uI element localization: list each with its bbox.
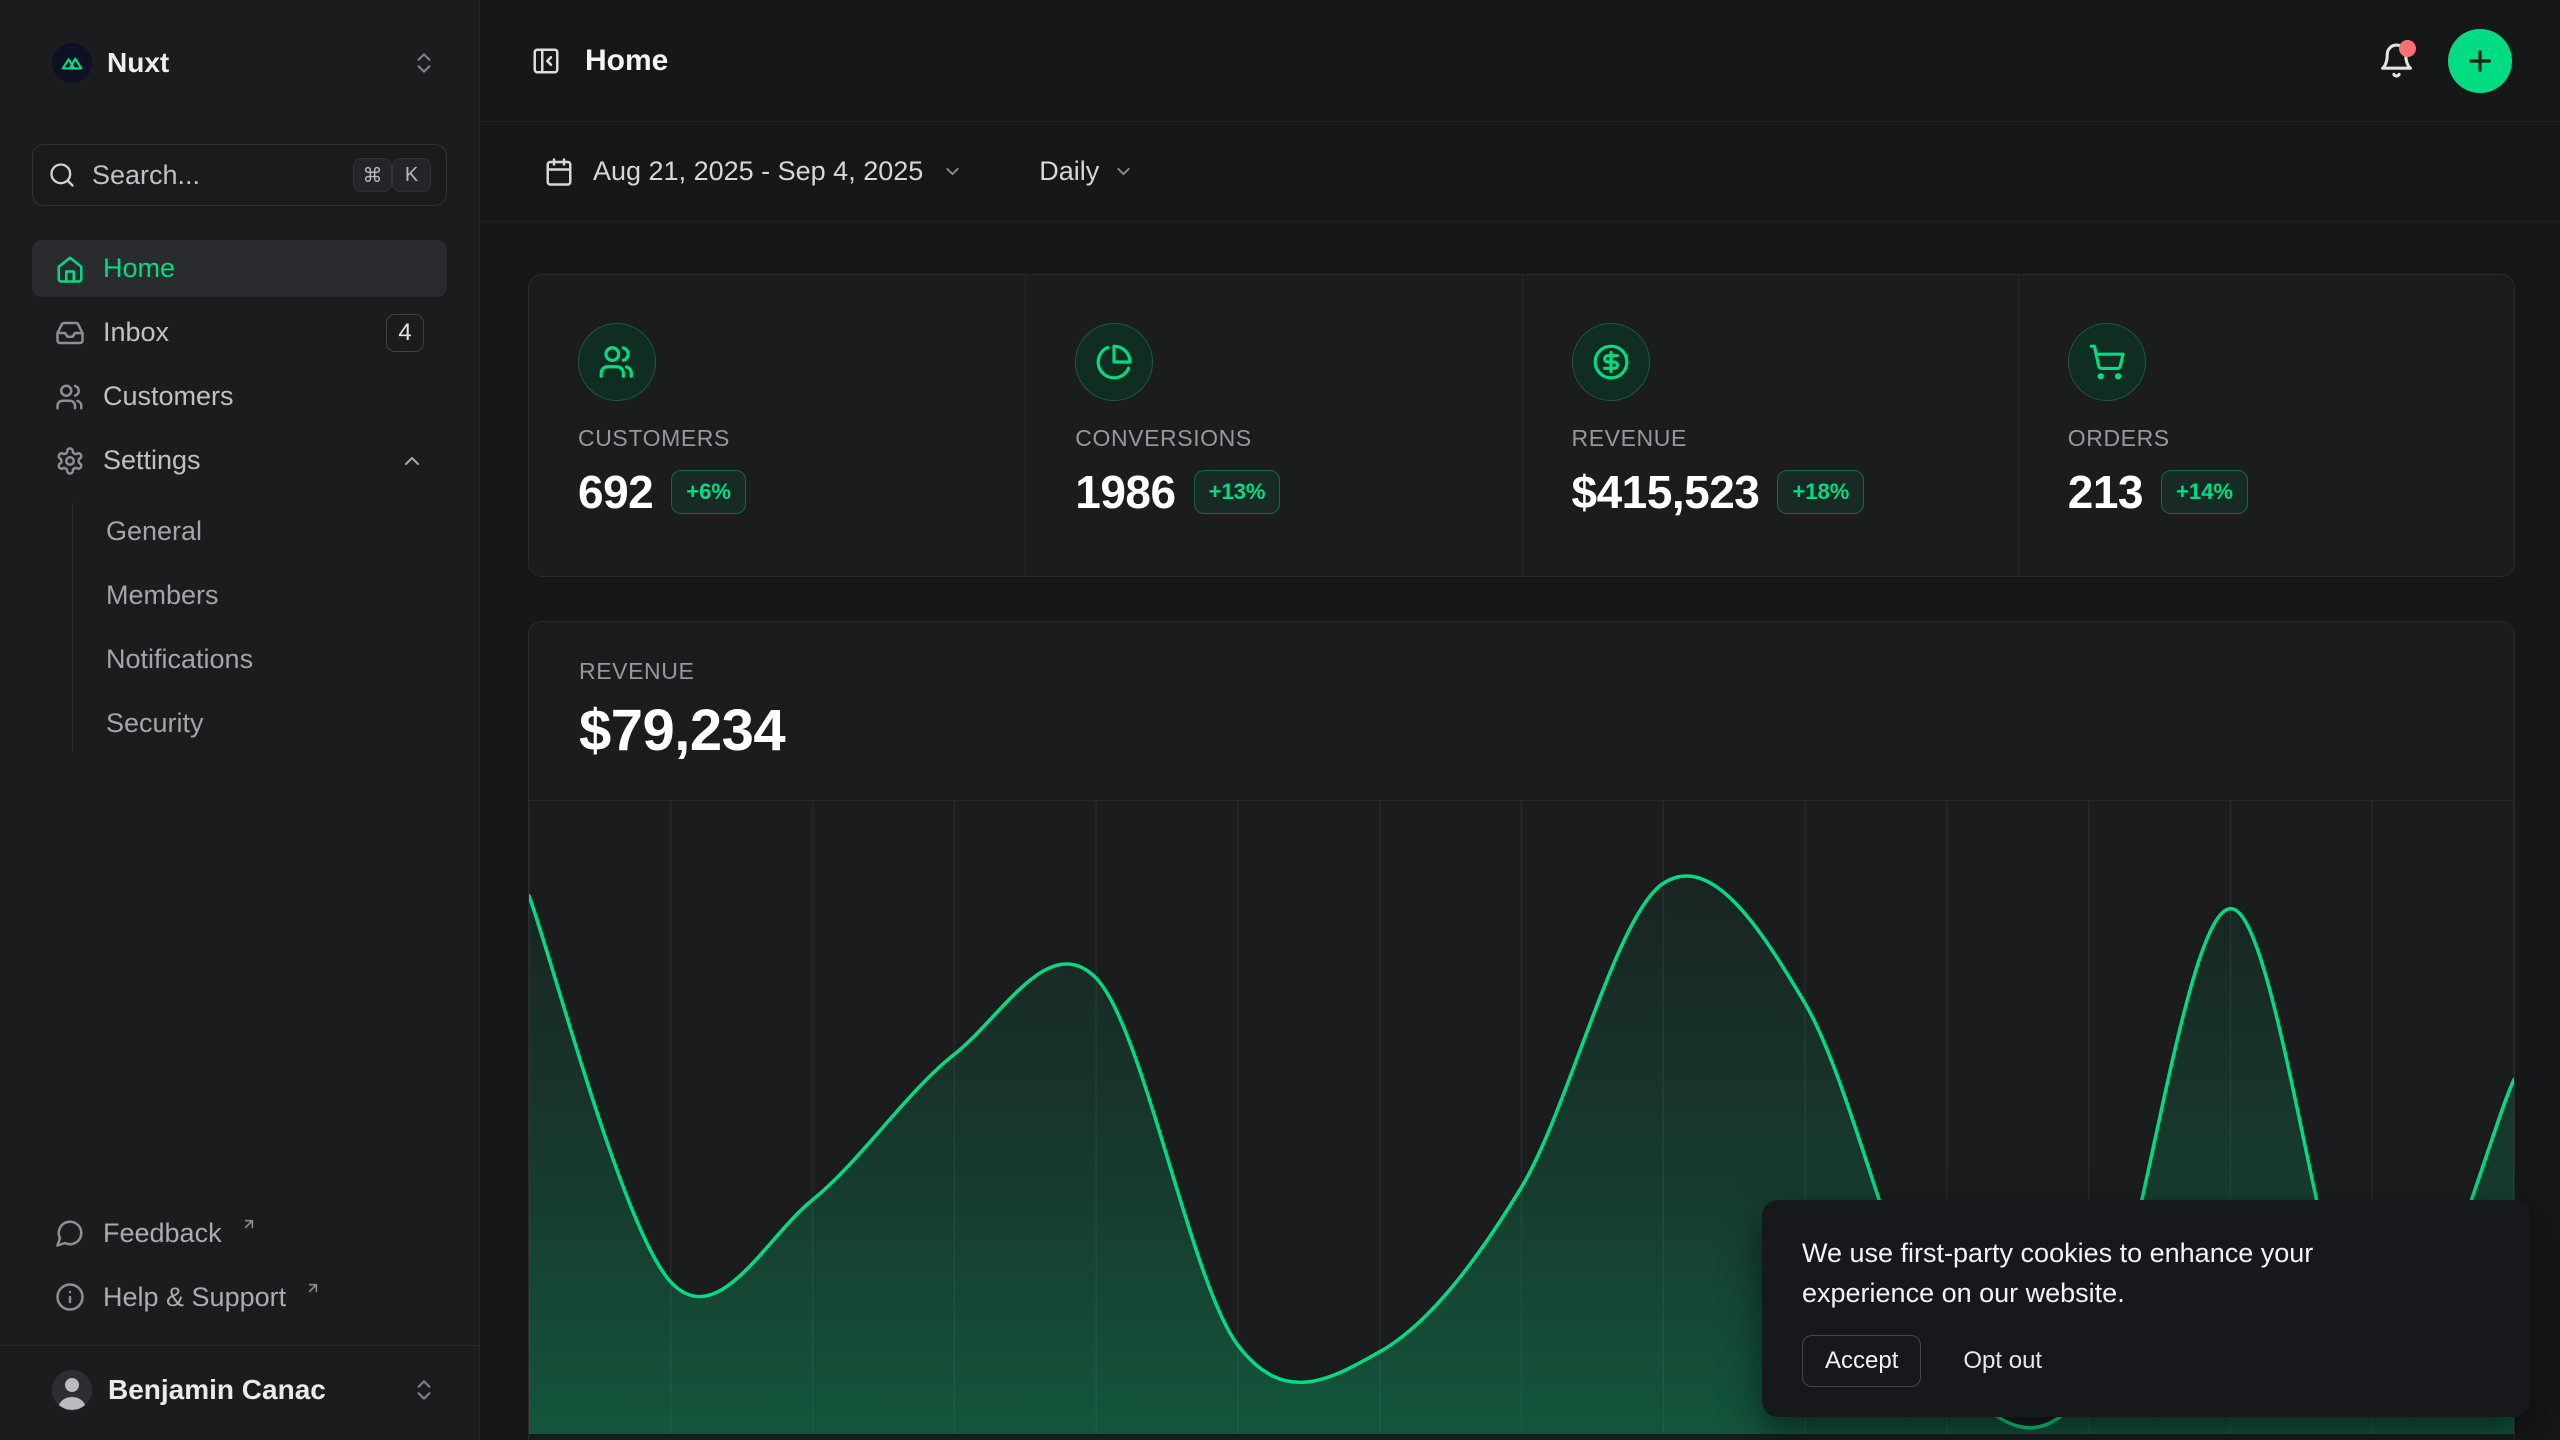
accept-cookies-button[interactable]: Accept [1802, 1335, 1921, 1387]
chevrons-up-down-icon [411, 1377, 437, 1403]
stat-delta-badge: +18% [1777, 470, 1864, 514]
sidebar-collapse-button[interactable] [528, 43, 564, 79]
cookie-actions: Accept Opt out [1802, 1335, 2490, 1387]
stat-customers: CUSTOMERS 692 +6% [529, 275, 1025, 576]
notification-dot [2399, 40, 2416, 57]
k-key: K [392, 158, 431, 192]
users-icon [598, 343, 636, 381]
revenue-chart-value: $79,234 [579, 697, 2464, 764]
filters-toolbar: Aug 21, 2025 - Sep 4, 2025 Daily [480, 122, 2560, 222]
user-menu[interactable]: Benjamin Canac [32, 1346, 447, 1434]
add-button[interactable] [2448, 29, 2512, 93]
search-shortcut: ⌘ K [353, 158, 431, 192]
chevron-down-icon [1113, 161, 1134, 182]
sidebar-item-home[interactable]: Home [32, 240, 447, 297]
chevrons-up-down-icon [411, 50, 437, 76]
cart-icon [2088, 343, 2126, 381]
revenue-chart-header: REVENUE $79,234 [529, 622, 2514, 764]
stats-card: CUSTOMERS 692 +6% CONVERSIONS 1986 +13% [528, 274, 2515, 577]
period-label: Daily [1039, 156, 1099, 187]
sidebar-item-members[interactable]: Members [73, 567, 447, 624]
chevron-up-icon[interactable] [400, 449, 424, 473]
plus-icon [2464, 45, 2496, 77]
sidebar-item-label: Inbox [103, 317, 169, 348]
sidebar-item-security[interactable]: Security [73, 695, 447, 752]
page-title: Home [585, 44, 668, 78]
team-switcher[interactable]: Nuxt [32, 38, 447, 88]
help-support-link[interactable]: Help & Support [32, 1269, 447, 1325]
stat-delta-badge: +14% [2161, 470, 2248, 514]
cookie-message: We use first-party cookies to enhance yo… [1802, 1233, 2412, 1313]
stat-conversions: CONVERSIONS 1986 +13% [1025, 275, 1521, 576]
stat-value: 1986 [1075, 465, 1175, 519]
date-range-button[interactable]: Aug 21, 2025 - Sep 4, 2025 [528, 140, 979, 204]
chat-bubble-icon [55, 1218, 85, 1248]
notifications-button[interactable] [2374, 39, 2418, 83]
sidebar-item-notifications[interactable]: Notifications [73, 631, 447, 688]
chevron-down-icon [942, 161, 963, 182]
avatar [52, 1370, 92, 1410]
sidebar-footer-links: Feedback Help & Support [32, 1205, 447, 1325]
sidebar-item-customers[interactable]: Customers [32, 368, 447, 425]
sidebar-nav: Home Inbox 4 Customers Settings General … [32, 240, 447, 752]
cmd-key: ⌘ [353, 158, 392, 192]
stat-label: ORDERS [2068, 425, 2514, 452]
sidebar-item-general[interactable]: General [73, 503, 447, 560]
sidebar-item-inbox[interactable]: Inbox 4 [32, 304, 447, 361]
inbox-icon [55, 318, 85, 348]
calendar-icon [544, 157, 574, 187]
revenue-chart-label: REVENUE [579, 658, 2464, 685]
sidebar-item-settings[interactable]: Settings [32, 432, 447, 489]
panel-left-close-icon [531, 46, 561, 76]
search-input-wrapper: ⌘ K [32, 144, 447, 206]
stat-orders: ORDERS 213 +14% [2018, 275, 2514, 576]
feedback-link[interactable]: Feedback [32, 1205, 447, 1261]
cookie-banner: We use first-party cookies to enhance yo… [1762, 1200, 2530, 1417]
period-select[interactable]: Daily [1023, 140, 1150, 204]
sidebar: Nuxt ⌘ K Home Inbox 4 Customers [0, 0, 480, 1440]
stat-value: $415,523 [1572, 465, 1760, 519]
sidebar-item-label: Home [103, 253, 175, 284]
home-icon [55, 254, 85, 284]
nuxt-logo-icon [52, 43, 92, 83]
stat-value: 213 [2068, 465, 2143, 519]
info-circle-icon [55, 1282, 85, 1312]
team-name: Nuxt [107, 47, 396, 79]
pie-chart-icon [1095, 343, 1133, 381]
stat-delta-badge: +6% [671, 470, 746, 514]
sidebar-item-label: Customers [103, 381, 234, 412]
gear-icon [55, 446, 85, 476]
stat-revenue: REVENUE $415,523 +18% [1522, 275, 2018, 576]
header-actions [2374, 29, 2512, 93]
settings-subnav: General Members Notifications Security [72, 503, 447, 752]
stat-label: CUSTOMERS [578, 425, 1025, 452]
search-icon [48, 161, 76, 189]
circle-dollar-icon [1592, 343, 1630, 381]
stat-label: CONVERSIONS [1075, 425, 1521, 452]
user-name: Benjamin Canac [108, 1374, 395, 1406]
dashboard-root: Nuxt ⌘ K Home Inbox 4 Customers [0, 0, 2560, 1440]
optout-cookies-button[interactable]: Opt out [1963, 1347, 2042, 1375]
page-header: Home [480, 0, 2560, 122]
sidebar-item-label: Settings [103, 445, 201, 476]
external-link-icon [305, 1280, 321, 1296]
stat-delta-badge: +13% [1194, 470, 1281, 514]
users-icon [55, 382, 85, 412]
stat-label: REVENUE [1572, 425, 2018, 452]
inbox-count-badge: 4 [386, 314, 424, 352]
date-range-label: Aug 21, 2025 - Sep 4, 2025 [593, 156, 923, 187]
external-link-icon [241, 1216, 257, 1232]
search-input[interactable] [92, 160, 337, 191]
stat-value: 692 [578, 465, 653, 519]
